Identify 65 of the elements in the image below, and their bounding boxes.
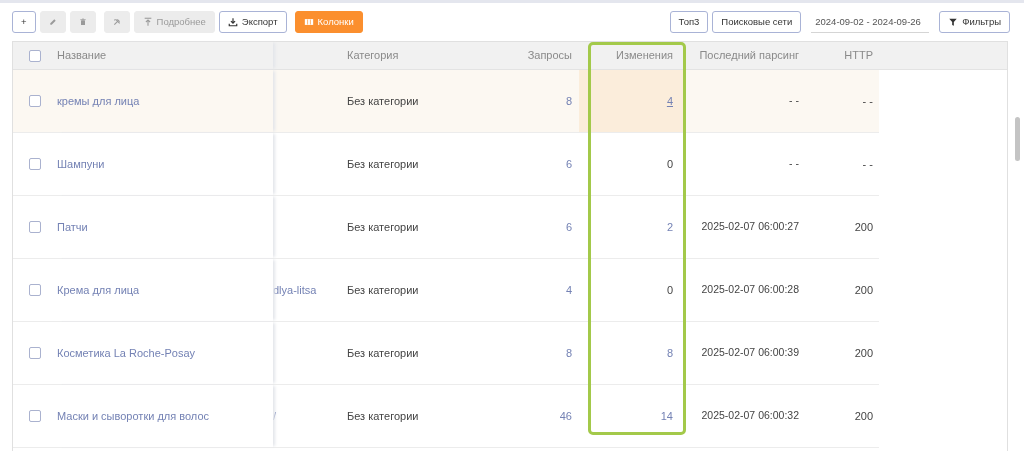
table-cell-text: 200	[854, 282, 873, 298]
row-checkbox[interactable]	[29, 284, 41, 296]
url-text: /	[273, 408, 277, 424]
requests-link[interactable]: 6	[565, 155, 572, 173]
columns-icon	[303, 17, 314, 27]
column-header[interactable]: Запросы	[527, 47, 572, 64]
changes-link[interactable]: 14	[660, 407, 673, 425]
search-networks-button[interactable]: Поисковые сети	[712, 11, 802, 33]
changes-link[interactable]: 2	[666, 218, 673, 236]
trash-icon	[78, 17, 87, 27]
column-header[interactable]: Название	[57, 47, 107, 64]
name-link[interactable]: Шампуни	[57, 155, 105, 173]
add-button[interactable]: +	[12, 11, 36, 33]
table-cell-text: 200	[854, 408, 873, 424]
table-cell-text: 200	[854, 219, 873, 235]
changes-link[interactable]: 8	[666, 344, 673, 362]
scrollbar-thumb[interactable]	[1015, 117, 1020, 161]
table-cell: 2025-02-07 06:00:32	[701, 408, 799, 424]
upload-icon	[142, 17, 153, 27]
name-link[interactable]: Крема для лица	[57, 281, 140, 299]
requests-link[interactable]: 8	[565, 344, 572, 362]
pencil-icon	[48, 17, 57, 27]
table-cell: 2025-02-07 06:00:27	[701, 219, 799, 235]
row-checkbox[interactable]	[29, 95, 41, 107]
requests-link[interactable]: 4	[565, 281, 572, 299]
table-cell-text: 200	[854, 345, 873, 361]
columns-button[interactable]: Колонки	[294, 11, 363, 33]
table-cell-text: 0	[666, 156, 673, 172]
table-cell-text: 0	[666, 282, 673, 298]
table-cell-text: - -	[862, 93, 873, 109]
requests-link[interactable]: 8	[565, 92, 572, 110]
requests-link[interactable]: 46	[559, 407, 572, 425]
download-icon	[227, 17, 238, 27]
url-text: dlya-litsa	[273, 282, 317, 298]
column-header[interactable]: HTTP	[844, 47, 873, 64]
top3-button[interactable]: Топ3	[669, 11, 709, 33]
table-cell-text: Без категории	[347, 219, 419, 235]
table-cell-text: Без категории	[347, 93, 419, 109]
name-link[interactable]: кремы для лица	[57, 92, 140, 110]
column-header[interactable]: Изменения	[616, 47, 673, 64]
table-cell-text: Без категории	[347, 408, 419, 424]
changes-link[interactable]: 4	[666, 92, 673, 110]
filter-icon	[948, 17, 959, 27]
table-cell-text: Без категории	[347, 345, 419, 361]
table-cell: 2025-02-07 06:00:39	[701, 345, 799, 361]
row-checkbox[interactable]	[29, 158, 41, 170]
requests-link[interactable]: 6	[565, 218, 572, 236]
column-header[interactable]: Категория	[347, 47, 399, 64]
filters-button[interactable]: Фильтры	[939, 11, 1010, 33]
row-checkbox[interactable]	[29, 347, 41, 359]
tools-icon	[112, 17, 121, 27]
row-checkbox[interactable]	[29, 410, 41, 422]
select-all-checkbox[interactable]	[29, 49, 41, 62]
table-cell: - -	[789, 93, 799, 109]
name-link[interactable]: Маски и сыворотки для волос	[57, 407, 209, 425]
table-cell: 2025-02-07 06:00:28	[701, 282, 799, 298]
row-checkbox[interactable]	[29, 221, 41, 233]
table-cell-text: Без категории	[347, 156, 419, 172]
table-cell-text: - -	[862, 156, 873, 172]
table-cell-text: Без категории	[347, 282, 419, 298]
name-link[interactable]: Косметика La Roche-Posay	[57, 344, 196, 362]
name-link[interactable]: Патчи	[57, 218, 88, 236]
column-header[interactable]: Последний парсинг	[699, 47, 799, 64]
export-button[interactable]: Экспорт	[218, 11, 287, 33]
table-cell: - -	[789, 156, 799, 172]
